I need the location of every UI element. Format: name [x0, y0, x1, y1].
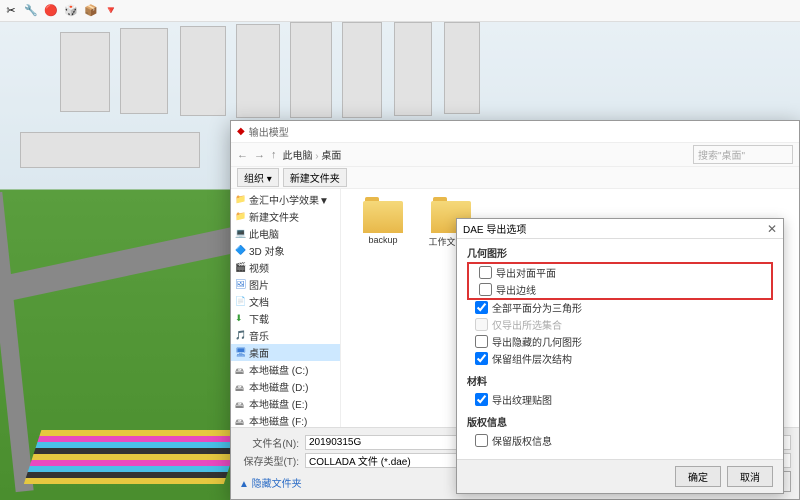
tree-item[interactable]: 🖴本地磁盘 (F:): [231, 412, 340, 427]
tree-item[interactable]: ⬇下载: [231, 310, 340, 327]
dialog-toolbar: 组织 ▾ 新建文件夹: [231, 167, 799, 189]
tree-item-icon: 🖼: [235, 279, 246, 290]
tree-item-icon: 🖴: [235, 398, 246, 409]
tree-item-label: 3D 对象: [249, 243, 285, 258]
tree-item-icon: 📁: [235, 211, 246, 222]
nav-back-icon[interactable]: ←: [237, 149, 248, 161]
tree-item[interactable]: 🖴本地磁盘 (C:): [231, 361, 340, 378]
options-title: DAE 导出选项: [463, 221, 526, 236]
tree-item[interactable]: 📁金汇中小学效果▼: [231, 191, 340, 208]
app-icon: ◆: [237, 126, 245, 137]
tree-item-label: 图片: [249, 277, 269, 292]
tree-item-icon: 🖴: [235, 381, 246, 392]
app-toolbar: ✂ 🔧 🔴 🎲 📦 🔻: [0, 0, 800, 22]
dialog-title: 输出模型: [249, 124, 289, 139]
tree-item-label: 本地磁盘 (D:): [249, 379, 308, 394]
box-icon[interactable]: 📦: [84, 4, 98, 18]
tree-item-icon: ⬇: [235, 313, 246, 324]
highlight-box: 导出对面平面 导出边线: [467, 262, 773, 300]
tree-item-label: 下载: [249, 311, 269, 326]
tree-item[interactable]: 🎬视频: [231, 259, 340, 276]
organize-button[interactable]: 组织 ▾: [237, 168, 279, 187]
close-icon[interactable]: ✕: [767, 222, 777, 236]
breadcrumb[interactable]: 此电脑 › 桌面: [283, 147, 342, 162]
new-folder-button[interactable]: 新建文件夹: [283, 168, 347, 187]
group-copyright-title: 版权信息: [467, 414, 773, 429]
tree-item[interactable]: 🖥桌面: [231, 344, 340, 361]
tree-item-icon: 💻: [235, 228, 246, 239]
tree-item-icon: 📄: [235, 296, 246, 307]
filename-label: 文件名(N):: [239, 435, 299, 450]
opt-selection-only: 仅导出所选集合: [467, 316, 773, 333]
tree-item[interactable]: 🖼图片: [231, 276, 340, 293]
folder-item[interactable]: backup: [353, 201, 413, 245]
opt-hidden-geom[interactable]: 导出隐藏的几何图形: [467, 333, 773, 350]
group-geometry-title: 几何图形: [467, 245, 773, 260]
hide-folders-link[interactable]: ▲ 隐藏文件夹: [239, 475, 302, 490]
red-circle-icon[interactable]: 🔴: [44, 4, 58, 18]
tree-item-label: 桌面: [249, 345, 269, 360]
tree-item-label: 文档: [249, 294, 269, 309]
tree-item-label: 新建文件夹: [249, 209, 299, 224]
opt-preserve-hierarchy[interactable]: 保留组件层次结构: [467, 350, 773, 367]
opt-export-edges[interactable]: 导出边线: [471, 281, 769, 298]
cut-icon[interactable]: ✂: [4, 4, 18, 18]
filetype-label: 保存类型(T):: [239, 453, 299, 468]
tree-item[interactable]: 📁新建文件夹: [231, 208, 340, 225]
tree-item-icon: 🎬: [235, 262, 246, 273]
search-input[interactable]: 搜索"桌面": [693, 145, 793, 164]
nav-fwd-icon[interactable]: →: [254, 149, 265, 161]
tree-item[interactable]: 🔷3D 对象: [231, 242, 340, 259]
folder-tree[interactable]: 📁金汇中小学效果▼📁新建文件夹💻此电脑🔷3D 对象🎬视频🖼图片📄文档⬇下载🎵音乐…: [231, 189, 341, 427]
tree-item[interactable]: 🎵音乐: [231, 327, 340, 344]
dice-icon[interactable]: 🎲: [64, 4, 78, 18]
tree-item-label: 本地磁盘 (F:): [249, 413, 307, 427]
options-titlebar[interactable]: DAE 导出选项 ✕: [457, 219, 783, 239]
opt-export-textures[interactable]: 导出纹理贴图: [467, 391, 773, 408]
tree-item-icon: 🖥: [235, 347, 246, 358]
wrench-icon[interactable]: 🔧: [24, 4, 38, 18]
tree-item-label: 本地磁盘 (E:): [249, 396, 308, 411]
tree-item-label: 此电脑: [249, 226, 279, 241]
tree-item[interactable]: 💻此电脑: [231, 225, 340, 242]
opt-triangulate[interactable]: 全部平面分为三角形: [467, 299, 773, 316]
red-tri-icon[interactable]: 🔻: [104, 4, 118, 18]
options-ok-button[interactable]: 确定: [675, 466, 721, 487]
opt-export-two-faces[interactable]: 导出对面平面: [471, 264, 769, 281]
folder-icon: [363, 201, 403, 233]
tree-item[interactable]: 🖴本地磁盘 (D:): [231, 378, 340, 395]
nav-bar: ← → ↑ 此电脑 › 桌面 搜索"桌面": [231, 143, 799, 167]
dae-options-dialog: DAE 导出选项 ✕ 几何图形 导出对面平面 导出边线 全部平面分为三角形 仅导…: [456, 218, 784, 494]
opt-preserve-copyright[interactable]: 保留版权信息: [467, 432, 773, 449]
dialog-titlebar[interactable]: ◆ 输出模型: [231, 121, 799, 143]
tree-item-label: 视频: [249, 260, 269, 275]
tree-item-label: 本地磁盘 (C:): [249, 362, 308, 377]
tree-item-label: 金汇中小学效果▼: [249, 192, 329, 207]
folder-label: backup: [353, 235, 413, 245]
tree-item-label: 音乐: [249, 328, 269, 343]
tree-item[interactable]: 🖴本地磁盘 (E:): [231, 395, 340, 412]
tree-item-icon: 🖴: [235, 364, 246, 375]
group-material-title: 材料: [467, 373, 773, 388]
nav-up-icon[interactable]: ↑: [271, 149, 277, 161]
tree-item-icon: 🎵: [235, 330, 246, 341]
tree-item[interactable]: 📄文档: [231, 293, 340, 310]
options-cancel-button[interactable]: 取消: [727, 466, 773, 487]
tree-item-icon: 🔷: [235, 245, 246, 256]
tree-item-icon: 🖴: [235, 415, 246, 426]
tree-item-icon: 📁: [235, 194, 246, 205]
